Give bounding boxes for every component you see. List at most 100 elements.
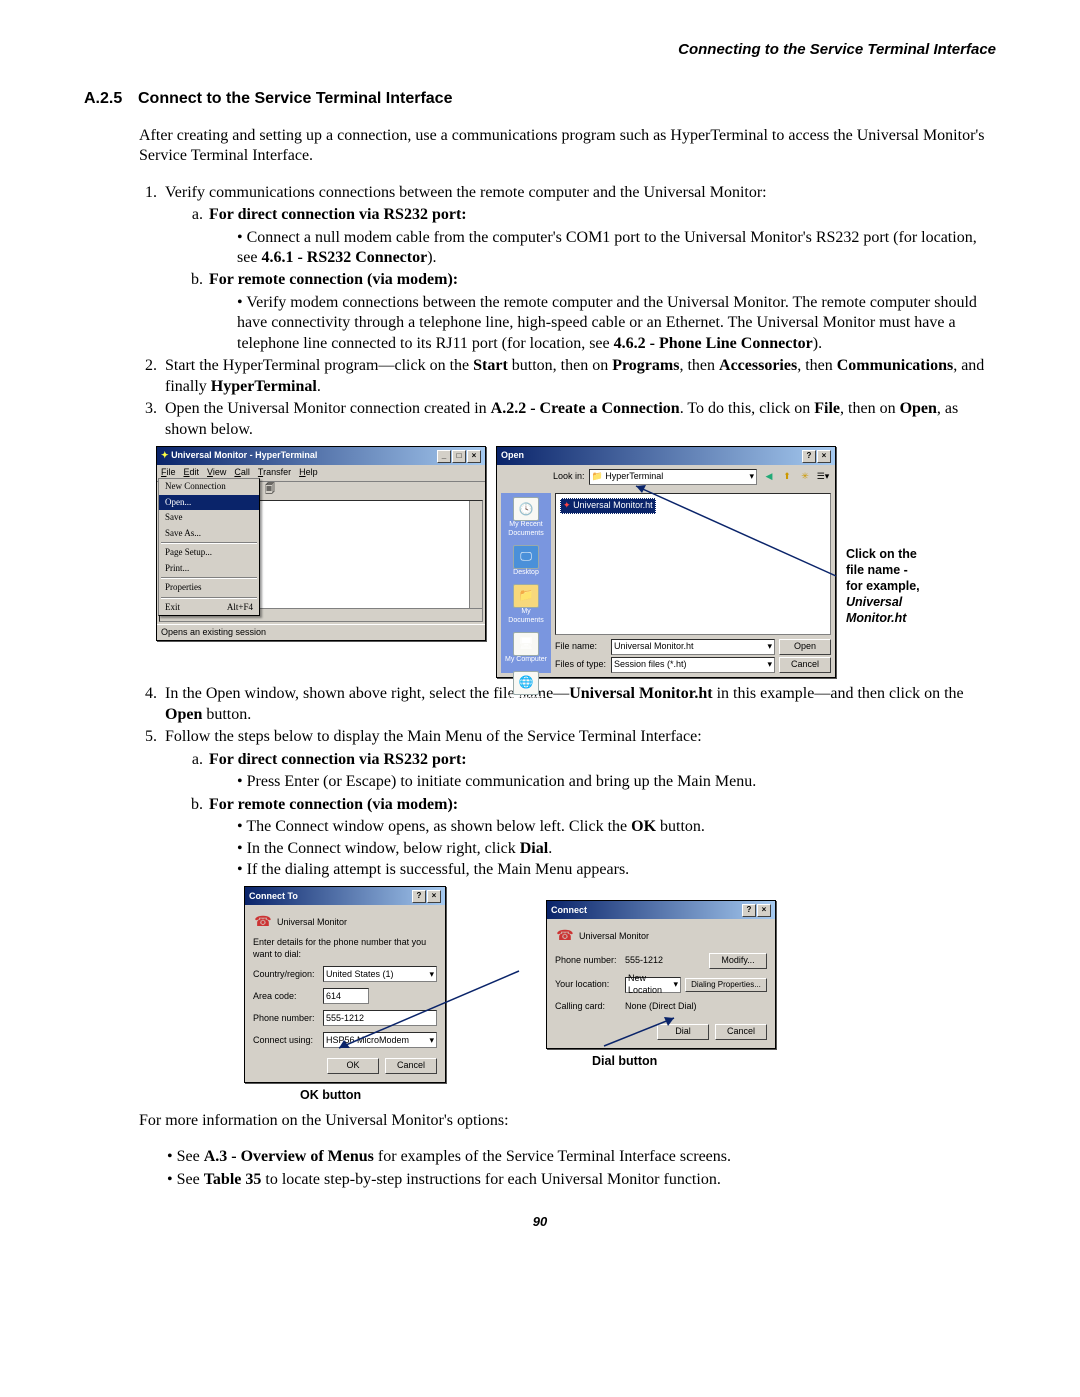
ht-statusbar: Opens an existing session	[157, 624, 485, 641]
phone-field[interactable]: 555-1212	[323, 1010, 437, 1026]
place-mycomp[interactable]: 🖥My Computer	[504, 632, 548, 665]
step-5: Follow the steps below to display the Ma…	[161, 727, 996, 880]
country-dropdown[interactable]: United States (1)▾	[323, 966, 437, 982]
open-cancel-button[interactable]: Cancel	[779, 657, 831, 673]
menu-help[interactable]: Help	[299, 467, 318, 479]
filemenu-exit[interactable]: ExitAlt+F4	[159, 600, 259, 616]
toolbar-props-icon[interactable]: 🗐	[261, 482, 279, 500]
step-1a: For direct connection via RS232 port: Co…	[207, 205, 996, 268]
place-network[interactable]: 🌐My Network Places	[504, 671, 548, 713]
step-5a-bullet: Press Enter (or Escape) to initiate comm…	[237, 772, 996, 792]
side-annotation: Click on the file name - for example, Un…	[846, 546, 946, 626]
step-2: Start the HyperTerminal program—click on…	[161, 356, 996, 397]
areacode-field[interactable]: 614	[323, 988, 369, 1004]
nav-up-icon[interactable]: ⬆	[779, 469, 795, 485]
filetype-dropdown[interactable]: Session files (*.ht)▾	[611, 657, 775, 673]
dialing-properties-button[interactable]: Dialing Properties...	[685, 978, 767, 992]
session-file-icon: ✦	[563, 500, 571, 510]
connect-name: Universal Monitor	[579, 931, 649, 943]
connectto-help-button[interactable]: ?	[412, 890, 426, 903]
main-steps-list-2: In the Open window, shown above right, s…	[139, 684, 996, 880]
c-phone-value: 555-1212	[625, 955, 705, 967]
maximize-button[interactable]: □	[452, 450, 466, 463]
connectto-dialog: Connect To ? × ☎Universal Monitor Enter …	[244, 886, 446, 1083]
minimize-button[interactable]: _	[437, 450, 451, 463]
connect-cancel-button[interactable]: Cancel	[715, 1024, 767, 1040]
section-heading: A.2.5 Connect to the Service Terminal In…	[84, 89, 996, 109]
connectto-ok-button[interactable]: OK	[327, 1058, 379, 1074]
figure-row-1: ✦ Universal Monitor - HyperTerminal _ □ …	[156, 446, 996, 678]
dial-annotation: Dial button	[592, 1053, 776, 1069]
step-5a: For direct connection via RS232 port: Pr…	[207, 750, 996, 793]
close-button[interactable]: ×	[467, 450, 481, 463]
intro-paragraph: After creating and setting up a connecti…	[139, 126, 996, 167]
ok-annotation: OK button	[300, 1087, 446, 1103]
ht-titlebar[interactable]: ✦ Universal Monitor - HyperTerminal _ □ …	[157, 447, 485, 465]
nav-newfolder-icon[interactable]: ✳	[797, 469, 813, 485]
modify-button[interactable]: Modify...	[709, 953, 767, 969]
filemenu-save[interactable]: Save	[159, 510, 259, 526]
open-titlebar[interactable]: Open ? ×	[497, 447, 835, 465]
desktop-icon: 🖵	[513, 545, 539, 569]
menu-edit[interactable]: Edit	[184, 467, 200, 479]
nav-back-icon[interactable]: ◀	[761, 469, 777, 485]
connect-group: Connect ? × ☎Universal Monitor Phone num…	[546, 900, 776, 1069]
folder-icon: 📁	[592, 471, 603, 483]
place-mydocs[interactable]: 📁My Documents	[504, 584, 548, 626]
page-header: Connecting to the Service Terminal Inter…	[84, 40, 996, 59]
filename-label: File name:	[555, 641, 607, 653]
step-1: Verify communications connections betwee…	[161, 183, 996, 355]
menu-transfer[interactable]: Transfer	[258, 467, 291, 479]
open-help-button[interactable]: ?	[802, 450, 816, 463]
open-button[interactable]: Open	[779, 639, 831, 655]
ht-vscrollbar[interactable]	[469, 501, 482, 609]
file-list[interactable]: ✦ Universal Monitor.ht	[555, 493, 831, 635]
open-dialog: Open ? × Look in: 📁 HyperTerminal ▾ ◀ ⬆ …	[496, 446, 836, 678]
ht-app-icon: ✦	[161, 450, 169, 460]
connect-titlebar[interactable]: Connect ? ×	[547, 901, 775, 919]
connect-close-button[interactable]: ×	[757, 904, 771, 917]
filename-field[interactable]: Universal Monitor.ht▾	[611, 639, 775, 655]
dial-button[interactable]: Dial	[657, 1024, 709, 1040]
step-4: In the Open window, shown above right, s…	[161, 684, 996, 725]
main-steps-list: Verify communications connections betwee…	[139, 183, 996, 441]
nav-views-icon[interactable]: ☰▾	[815, 469, 831, 485]
open-close-button[interactable]: ×	[817, 450, 831, 463]
c-phone-label: Phone number:	[555, 955, 621, 967]
connect-help-button[interactable]: ?	[742, 904, 756, 917]
places-bar: 🕓My Recent Documents 🖵Desktop 📁My Docume…	[501, 493, 551, 673]
menu-call[interactable]: Call	[234, 467, 250, 479]
filemenu-new[interactable]: New Connection	[159, 479, 259, 495]
step-1a-bullet: Connect a null modem cable from the comp…	[237, 228, 996, 269]
filemenu-properties[interactable]: Properties	[159, 580, 259, 596]
location-label: Your location:	[555, 979, 621, 991]
connectto-title: Connect To	[249, 891, 298, 903]
ht-file-menu: New Connection Open... Save Save As... P…	[158, 478, 260, 616]
connectusing-dropdown[interactable]: HSP56 MicroModem▾	[323, 1032, 437, 1048]
filemenu-pagesetup[interactable]: Page Setup...	[159, 545, 259, 561]
file-universal-monitor[interactable]: ✦ Universal Monitor.ht	[560, 498, 656, 514]
menu-file[interactable]: File	[161, 467, 176, 479]
ht-title: Universal Monitor - HyperTerminal	[171, 450, 317, 460]
place-desktop[interactable]: 🖵Desktop	[504, 545, 548, 578]
filemenu-saveas[interactable]: Save As...	[159, 526, 259, 542]
filemenu-open[interactable]: Open...	[159, 495, 259, 511]
section-number: A.2.5	[84, 89, 134, 109]
connect-title: Connect	[551, 905, 587, 917]
menu-view[interactable]: View	[207, 467, 226, 479]
connectto-close-button[interactable]: ×	[427, 890, 441, 903]
chevron-down-icon: ▾	[429, 969, 434, 981]
location-dropdown[interactable]: New Location▾	[625, 977, 681, 993]
connectto-cancel-button[interactable]: Cancel	[385, 1058, 437, 1074]
lookin-dropdown[interactable]: 📁 HyperTerminal ▾	[589, 469, 757, 485]
network-icon: 🌐	[513, 671, 539, 695]
page-number: 90	[84, 1214, 996, 1231]
phone-label: Phone number:	[253, 1013, 319, 1025]
ref-2: See Table 35 to locate step-by-step inst…	[167, 1170, 996, 1190]
filemenu-print[interactable]: Print...	[159, 561, 259, 577]
post-paragraph: For more information on the Universal Mo…	[139, 1111, 996, 1131]
chevron-down-icon: ▾	[767, 641, 772, 653]
chevron-down-icon: ▾	[767, 659, 772, 671]
connectto-titlebar[interactable]: Connect To ? ×	[245, 887, 445, 905]
place-recent[interactable]: 🕓My Recent Documents	[504, 497, 548, 539]
